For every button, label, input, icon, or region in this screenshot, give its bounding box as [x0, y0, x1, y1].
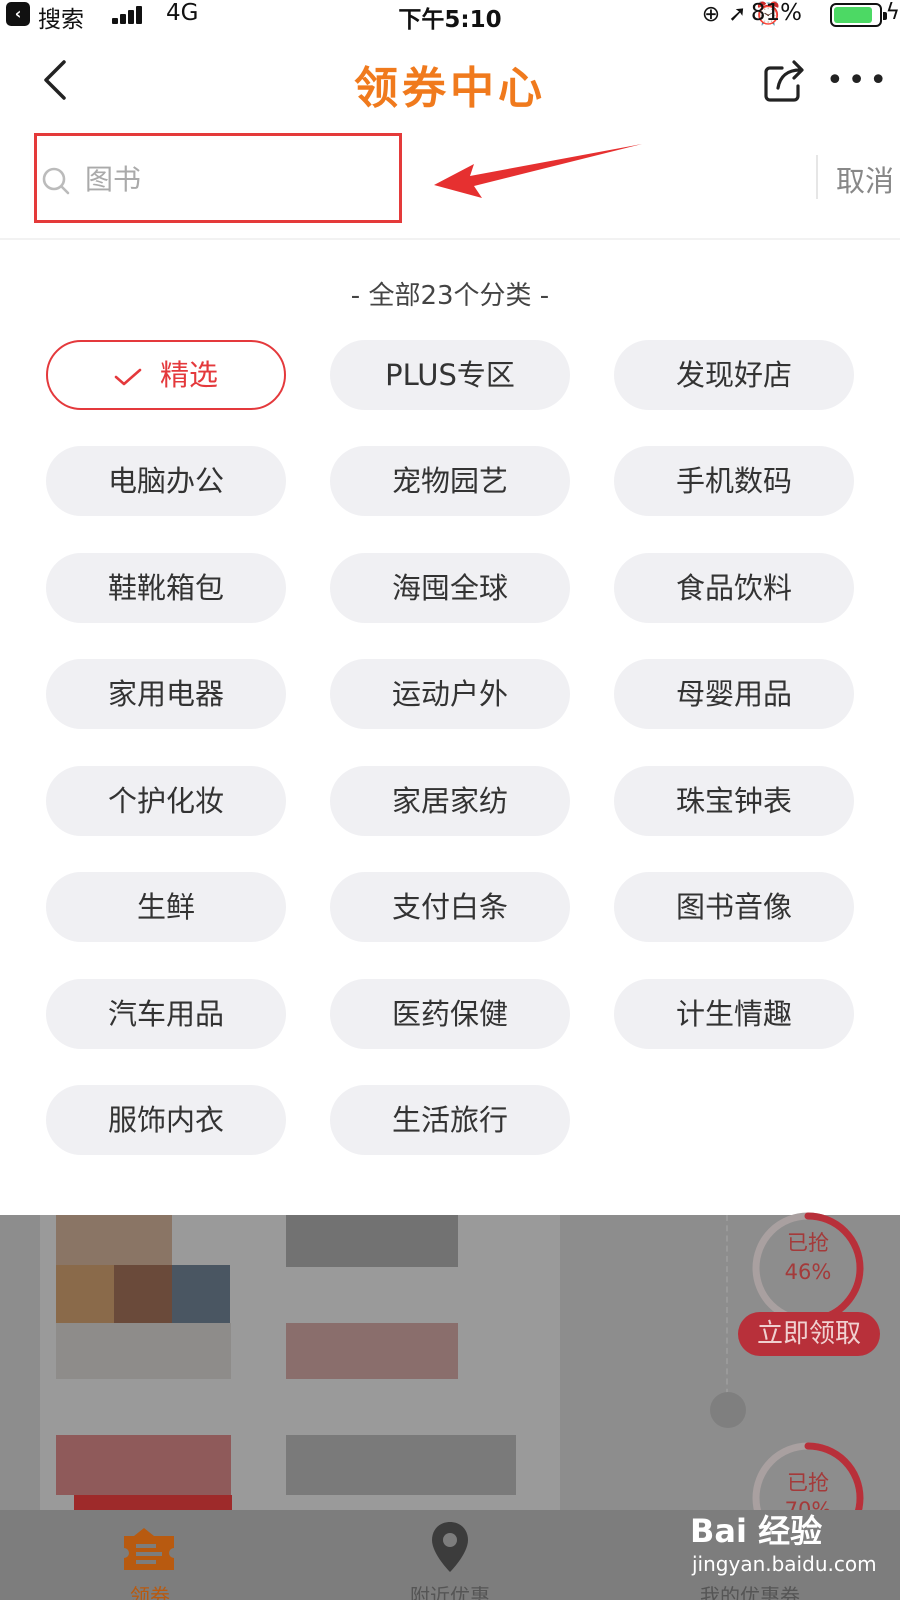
mosaic-block: [172, 1265, 230, 1323]
tab-label: 附近优惠: [410, 1584, 490, 1600]
battery-percent: 81%: [750, 0, 802, 26]
mosaic-block: [286, 1323, 458, 1379]
categories-title: - 全部23个分类 -: [350, 281, 550, 311]
more-icon[interactable]: •••: [826, 66, 891, 96]
coupon-notch: [710, 1392, 746, 1428]
mosaic-block: [286, 1435, 516, 1495]
category-chip[interactable]: 家居家纺: [330, 766, 570, 836]
category-chip[interactable]: 母婴用品: [614, 659, 854, 729]
category-chip[interactable]: 珠宝钟表: [614, 766, 854, 836]
status-bar: ‹ 搜索 4G 下午5:10 ⊕➚⏰ 81% ϟ: [0, 0, 900, 33]
category-chip[interactable]: 电脑办公: [46, 446, 286, 516]
category-chip[interactable]: PLUS专区: [330, 340, 570, 410]
mosaic-block: [56, 1215, 172, 1267]
watermark-brand: Bai 经验: [690, 1512, 823, 1550]
category-chip[interactable]: 生活旅行: [330, 1085, 570, 1155]
category-chip[interactable]: 医药保健: [330, 979, 570, 1049]
category-chip-selected[interactable]: 精选: [46, 340, 286, 410]
mosaic-block: [56, 1265, 114, 1323]
category-label: 精选: [159, 358, 218, 392]
search-input[interactable]: [85, 154, 385, 204]
category-chip[interactable]: 鞋靴箱包: [46, 553, 286, 623]
watermark-domain: jingyan.baidu.com: [692, 1552, 877, 1576]
category-chip[interactable]: 食品饮料: [614, 553, 854, 623]
tab-coupons[interactable]: 领券: [0, 1510, 300, 1600]
baidu-jingyan-watermark: Bai 经验 jingyan.baidu.com: [690, 1500, 890, 1590]
nav-header: 领券中心 •••: [0, 38, 900, 128]
category-chip[interactable]: 个护化妆: [46, 766, 286, 836]
search-bar[interactable]: [34, 133, 402, 223]
tab-label: 领券: [130, 1584, 170, 1600]
tab-nearby[interactable]: 附近优惠: [300, 1510, 600, 1600]
battery-icon: [830, 3, 887, 27]
claim-coupon-button[interactable]: 立即领取: [738, 1312, 880, 1356]
cancel-button[interactable]: 取消: [836, 158, 894, 200]
category-chip[interactable]: 海囤全球: [330, 553, 570, 623]
category-chip[interactable]: 支付白条: [330, 872, 570, 942]
category-chip[interactable]: 生鲜: [46, 872, 286, 942]
coupon-tab-icon: [124, 1528, 174, 1570]
mosaic-block: [56, 1323, 231, 1379]
category-chip[interactable]: 宠物园艺: [330, 446, 570, 516]
coupon-divider: [726, 1215, 728, 1405]
mosaic-block: [114, 1265, 172, 1323]
annotation-arrow: [434, 144, 642, 198]
category-chip[interactable]: 手机数码: [614, 446, 854, 516]
check-icon: [114, 368, 142, 386]
category-chip[interactable]: 图书音像: [614, 872, 854, 942]
cancel-divider: [816, 155, 818, 199]
location-pin-icon: [432, 1522, 468, 1572]
grab-percent: 46%: [784, 1260, 832, 1284]
category-chip[interactable]: 汽车用品: [46, 979, 286, 1049]
search-icon: [42, 167, 70, 195]
charging-icon: ϟ: [885, 0, 900, 25]
mosaic-block: [56, 1435, 231, 1495]
grab-label: 已抢: [787, 1471, 829, 1495]
share-icon[interactable]: [762, 58, 808, 104]
mosaic-block: [286, 1215, 458, 1267]
orientation-lock-icon: ⊕: [701, 2, 729, 27]
category-chip[interactable]: 计生情趣: [614, 979, 854, 1049]
grab-label: 已抢: [787, 1231, 829, 1255]
category-chip[interactable]: 服饰内衣: [46, 1085, 286, 1155]
category-chip[interactable]: 家用电器: [46, 659, 286, 729]
divider: [0, 238, 900, 240]
category-chip[interactable]: 运动户外: [330, 659, 570, 729]
category-chip[interactable]: 发现好店: [614, 340, 854, 410]
